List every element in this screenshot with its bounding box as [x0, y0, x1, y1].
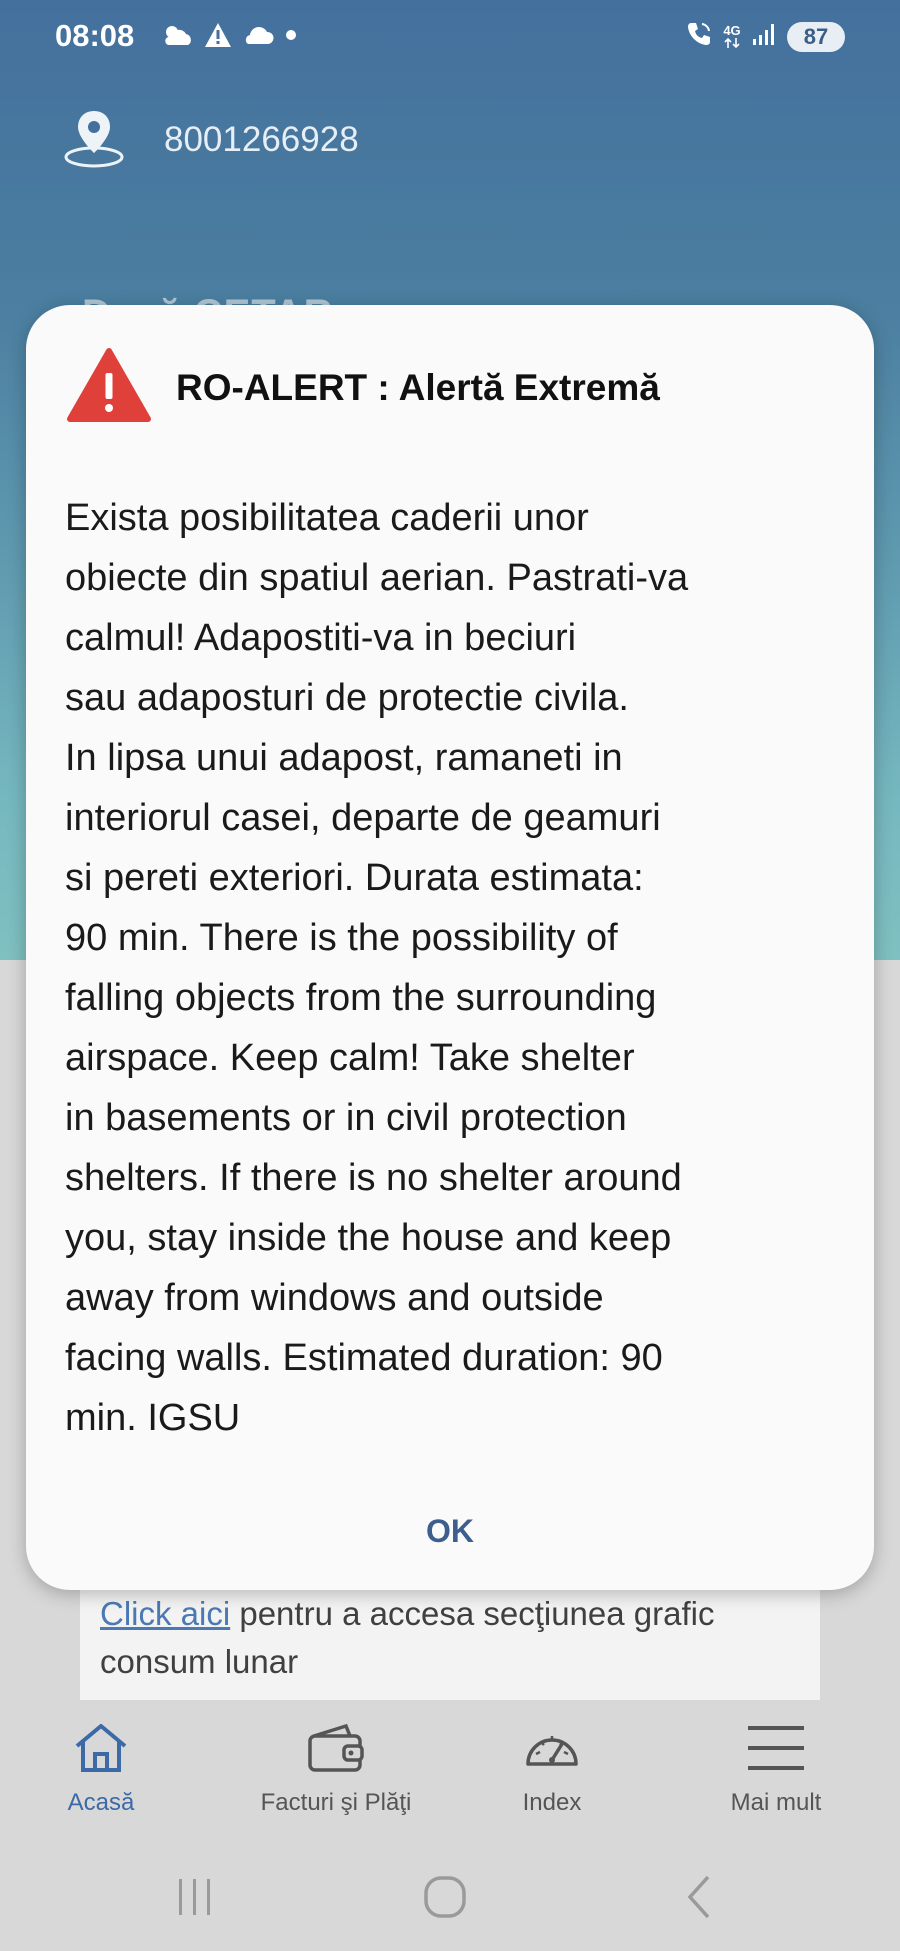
- warning-icon: [204, 22, 232, 53]
- alert-triangle-icon: [66, 347, 152, 428]
- alert-message: Exista posibilitatea caderii unor obiect…: [65, 497, 689, 1439]
- menu-icon: [746, 1722, 806, 1779]
- signal-icon: [751, 21, 777, 52]
- weather-icon: [162, 23, 194, 52]
- call-wifi-icon: [685, 20, 713, 53]
- nav-more-label: Mai mult: [730, 1789, 822, 1816]
- nav-invoices-payments[interactable]: Facturi şi Plăţi: [236, 1722, 436, 1817]
- system-navigation-bar: [0, 1855, 900, 1951]
- home-icon: [71, 1722, 131, 1779]
- recent-apps-button[interactable]: [155, 1867, 235, 1927]
- back-button[interactable]: [660, 1867, 740, 1927]
- network-arrows-icon: 4G: [723, 24, 741, 49]
- nav-home-label: Acasă: [67, 1789, 135, 1816]
- nav-home[interactable]: Acasă: [1, 1722, 201, 1817]
- status-time: 08:08: [55, 18, 135, 53]
- dialog-header: RO-ALERT : Alertă Extremă: [66, 347, 660, 428]
- status-bar: 08:08 4G 87: [0, 0, 900, 80]
- gauge-icon: [522, 1722, 582, 1779]
- account-number: 8001266928: [164, 119, 359, 159]
- notification-icons: [162, 22, 298, 53]
- ro-alert-dialog: RO-ALERT : Alertă Extremă Exista posibil…: [26, 305, 874, 1590]
- system-status-icons: 4G 87: [685, 20, 845, 53]
- nav-index[interactable]: Index: [452, 1722, 652, 1817]
- ok-button[interactable]: OK: [400, 1503, 500, 1559]
- dot-icon: [284, 28, 298, 47]
- nav-more[interactable]: Mai mult: [676, 1722, 876, 1817]
- dialog-title: RO-ALERT : Alertă Extremă: [176, 366, 660, 408]
- battery-indicator: 87: [787, 21, 845, 52]
- nav-invoices-label: Facturi şi Plăţi: [260, 1789, 412, 1816]
- network-label: 4G: [723, 23, 741, 38]
- wallet-icon: [306, 1722, 366, 1779]
- cloud-icon: [242, 24, 274, 51]
- info-text: Click aici pentru a accesa secţiunea gra…: [100, 1590, 800, 1686]
- location-selector[interactable]: 8001266928: [62, 105, 359, 174]
- bottom-navigation: Acasă Facturi şi Plăţi Index Mai mult: [0, 1700, 900, 1820]
- nav-index-label: Index: [522, 1789, 582, 1816]
- location-pin-icon: [62, 105, 126, 174]
- click-here-link[interactable]: Click aici: [100, 1595, 230, 1632]
- home-button[interactable]: [405, 1867, 485, 1927]
